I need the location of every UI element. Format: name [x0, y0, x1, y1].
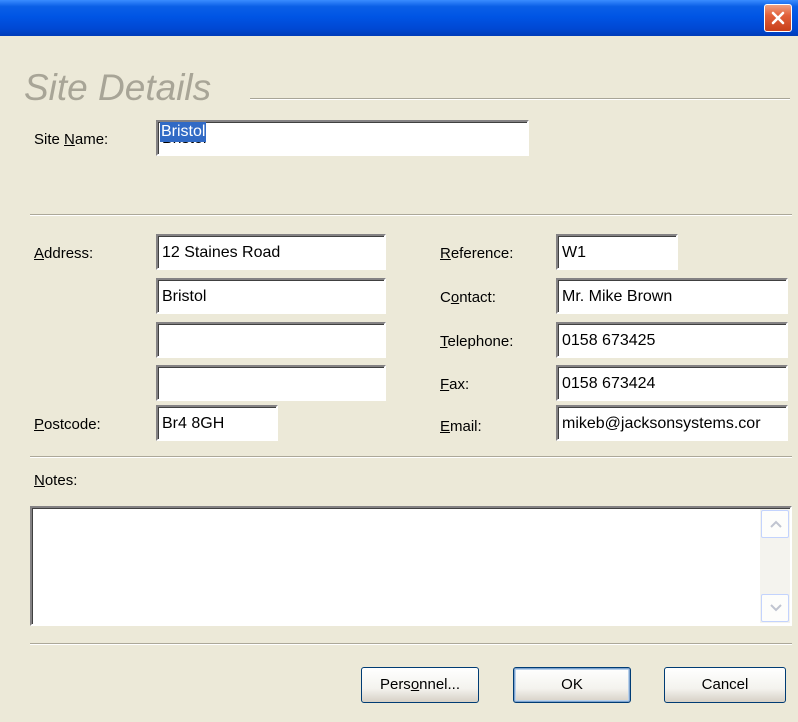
- section-heading: Site Details: [24, 67, 212, 108]
- postcode-label: Postcode:: [34, 416, 101, 433]
- address-line2-input[interactable]: [156, 278, 386, 314]
- email-input[interactable]: [556, 405, 788, 441]
- telephone-input[interactable]: [556, 322, 788, 358]
- site-name-label: Site Name:: [34, 131, 109, 148]
- close-button[interactable]: [764, 4, 792, 32]
- close-icon: [771, 11, 785, 25]
- reference-label: Reference:: [440, 245, 514, 262]
- divider-bottom: [30, 643, 792, 645]
- postcode-input[interactable]: [156, 405, 278, 441]
- notes-label: Notes:: [34, 472, 78, 489]
- telephone-label: Telephone:: [440, 333, 514, 350]
- scroll-down-button[interactable]: [761, 594, 789, 622]
- contact-input[interactable]: [556, 278, 788, 314]
- contact-label: Contact:: [440, 289, 496, 306]
- title-bar[interactable]: [0, 0, 798, 36]
- site-name-input[interactable]: [156, 120, 529, 156]
- address-line3-input[interactable]: [156, 322, 386, 358]
- personnel-button[interactable]: Personnel...: [361, 667, 479, 703]
- fax-label: Fax:: [440, 376, 470, 393]
- notes-scrollbar[interactable]: [760, 509, 790, 623]
- scroll-down-arrow-icon: [770, 604, 782, 612]
- address-line4-input[interactable]: [156, 365, 386, 401]
- divider-top: [30, 214, 792, 216]
- address-label: Address:: [34, 245, 94, 262]
- ok-button[interactable]: OK: [513, 667, 631, 703]
- notes-area: [30, 506, 792, 626]
- scroll-up-arrow-icon: [770, 520, 782, 528]
- fax-input[interactable]: [556, 365, 788, 401]
- email-label: Email:: [440, 418, 482, 435]
- address-line1-input[interactable]: [156, 234, 386, 270]
- heading-rule: [250, 98, 790, 100]
- site-details-dialog: Site Details Site Name: Bristol Address:…: [0, 0, 798, 722]
- scroll-up-button[interactable]: [761, 510, 789, 538]
- cancel-button[interactable]: Cancel: [664, 667, 786, 703]
- notes-textarea[interactable]: [33, 509, 759, 623]
- reference-input[interactable]: [556, 234, 678, 270]
- divider-middle: [30, 456, 792, 458]
